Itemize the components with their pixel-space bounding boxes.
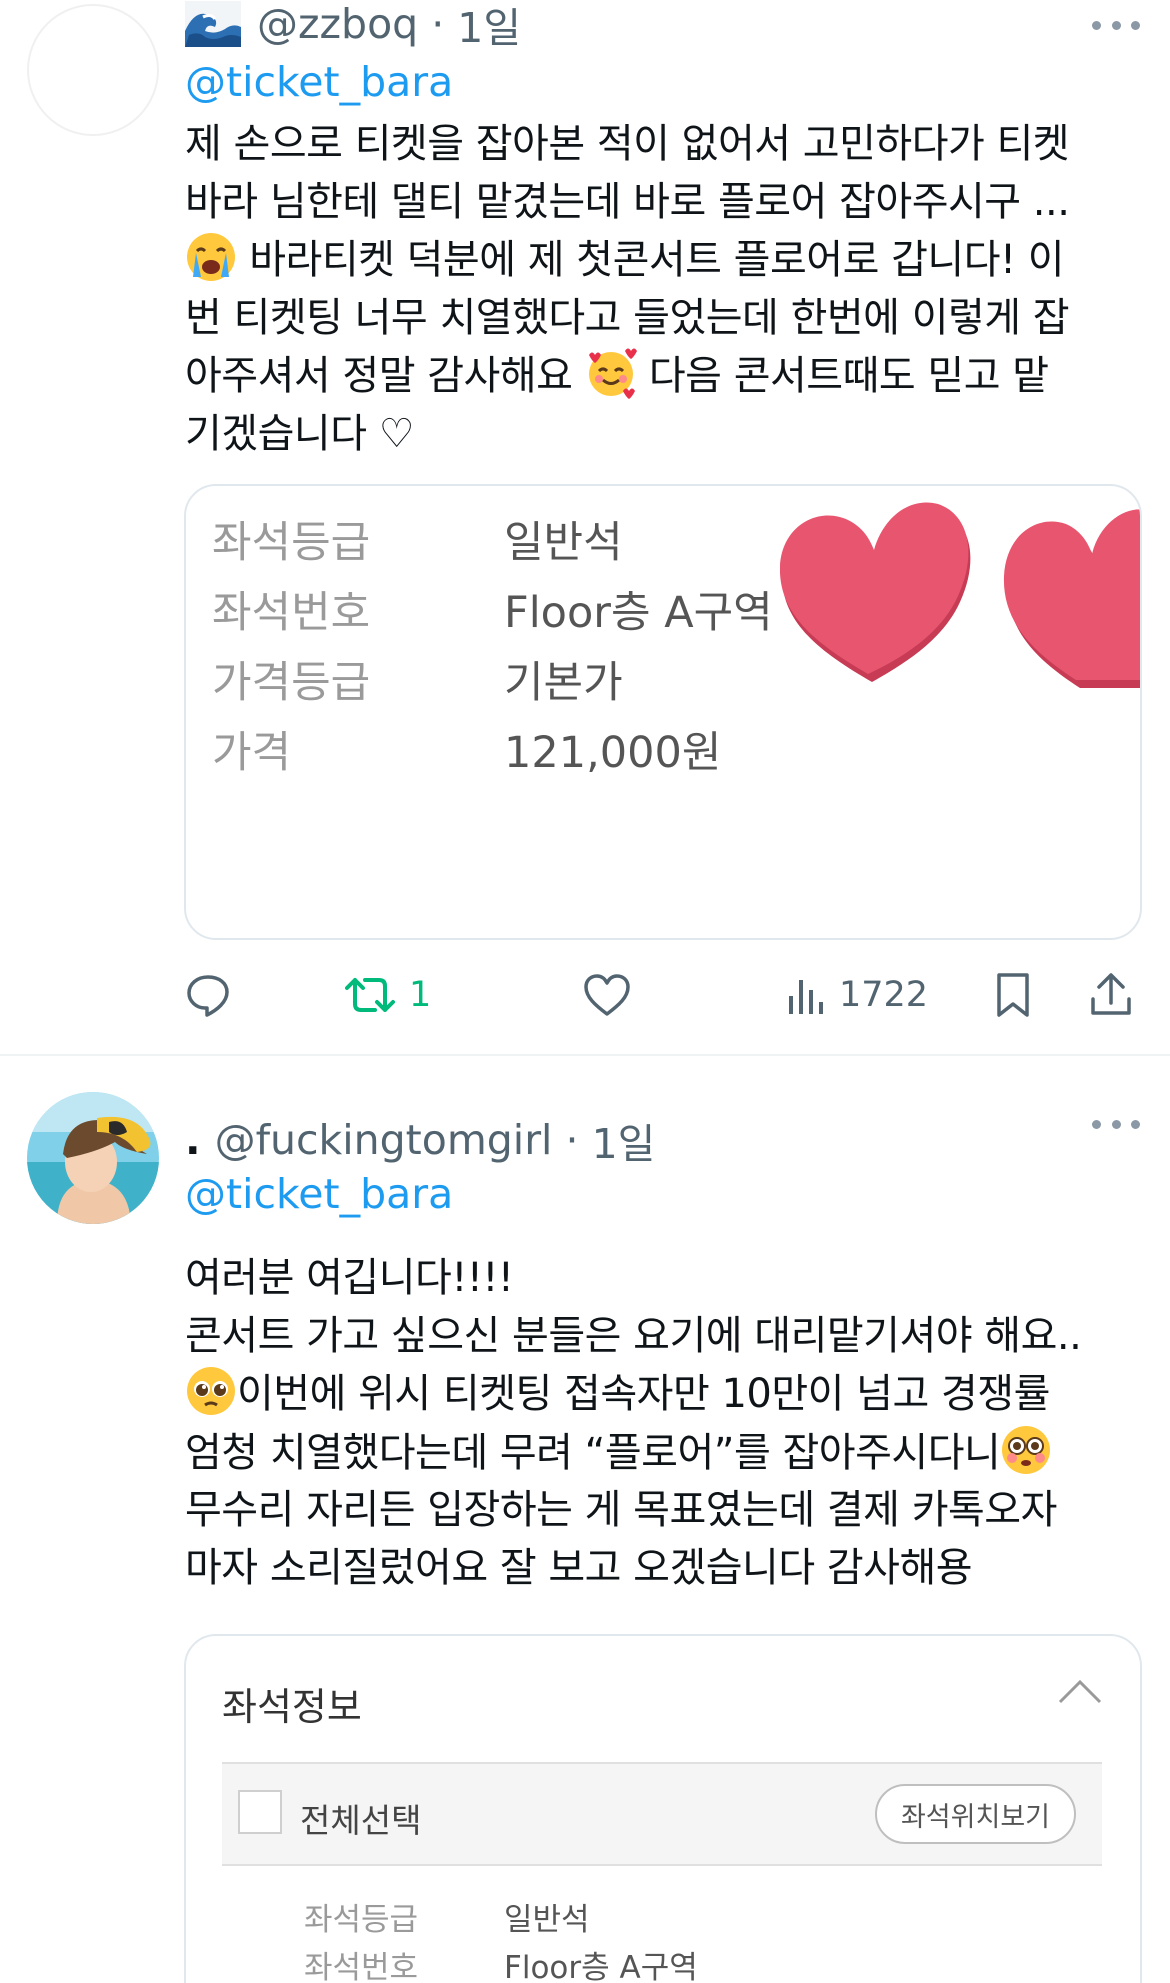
tweet-header: @zzboq · 1일 — [185, 0, 521, 52]
avatar-image — [27, 1092, 159, 1224]
attached-image[interactable]: 좌석정보 전체선택 좌석위치보기 좌석등급 일반석 좌석번호 Floor층 A구역 — [184, 1634, 1142, 1983]
tweet-text: 여러분 여깁니다!!!! 콘서트 가고 싶으신 분들은 요기에 대리맡기셔야 해… — [185, 1255, 1082, 1591]
bookmark-button[interactable] — [993, 960, 1033, 1030]
views-button[interactable]: 1722 — [787, 960, 928, 1030]
heart-stickers — [780, 502, 1140, 688]
separator-dot: · — [552, 1116, 592, 1164]
tweet-text: 제 손으로 티켓을 잡아본 적이 없어서 고민하다가 티켓 바라 님한테 댈티 … — [185, 121, 1070, 457]
smiling-hearts-icon — [588, 348, 637, 399]
select-all-label: 전체선택 — [300, 1801, 422, 1840]
crying-face-icon — [187, 233, 235, 281]
reply-button[interactable] — [185, 960, 231, 1030]
wave-emoji-icon — [185, 1, 241, 47]
more-icon[interactable] — [1092, 1114, 1140, 1134]
flushed-face-icon — [1002, 1425, 1051, 1474]
seat-location-button[interactable]: 좌석위치보기 — [874, 1784, 1076, 1844]
chevron-up-icon — [1058, 1679, 1102, 1704]
select-all-checkbox[interactable] — [238, 1790, 282, 1834]
attached-image[interactable]: 좌석등급 일반석 좌석번호 Floor층 A구역 가격등급 기본가 가격 121,000… — [184, 484, 1142, 940]
tweet-1[interactable]: @zzboq · 1일 @ticket_bara 제 손으로 티켓을 잡아본 적… — [0, 0, 1170, 1055]
retweet-count: 1 — [409, 975, 432, 1015]
share-button[interactable] — [1089, 960, 1133, 1030]
tweet-time[interactable]: 1일 — [457, 0, 521, 54]
reply-mention[interactable]: @ticket_bara — [185, 1170, 453, 1218]
views-count: 1722 — [839, 975, 929, 1015]
user-handle[interactable]: @zzboq — [257, 0, 418, 48]
tweet-2[interactable]: . @fuckingtomgirl · 1일 @ticket_bara 여러분 … — [0, 1056, 1170, 1983]
pleading-face-icon — [187, 1367, 235, 1415]
retweet-button[interactable]: 1 — [345, 960, 431, 1030]
reply-icon — [187, 975, 229, 1017]
action-bar: 1 1722 — [185, 960, 1145, 1030]
reply-mention[interactable]: @ticket_bara — [185, 58, 453, 106]
display-name[interactable]: . — [185, 1116, 201, 1164]
seat-info-title: 좌석정보 — [222, 1685, 362, 1729]
separator-dot: · — [418, 0, 458, 48]
avatar[interactable] — [27, 1092, 159, 1224]
share-icon — [1091, 973, 1131, 1015]
bookmark-icon — [997, 973, 1029, 1017]
views-icon — [789, 980, 823, 1014]
like-button[interactable] — [583, 960, 631, 1030]
select-bar: 전체선택 좌석위치보기 — [222, 1762, 1102, 1866]
user-handle[interactable]: @fuckingtomgirl — [215, 1116, 553, 1164]
tweet-time[interactable]: 1일 — [592, 1110, 656, 1170]
tweet-header: . @fuckingtomgirl · 1일 — [185, 1112, 655, 1168]
like-icon — [584, 974, 630, 1016]
more-icon[interactable] — [1092, 15, 1140, 35]
avatar[interactable] — [27, 4, 159, 136]
retweet-icon — [345, 978, 395, 1012]
